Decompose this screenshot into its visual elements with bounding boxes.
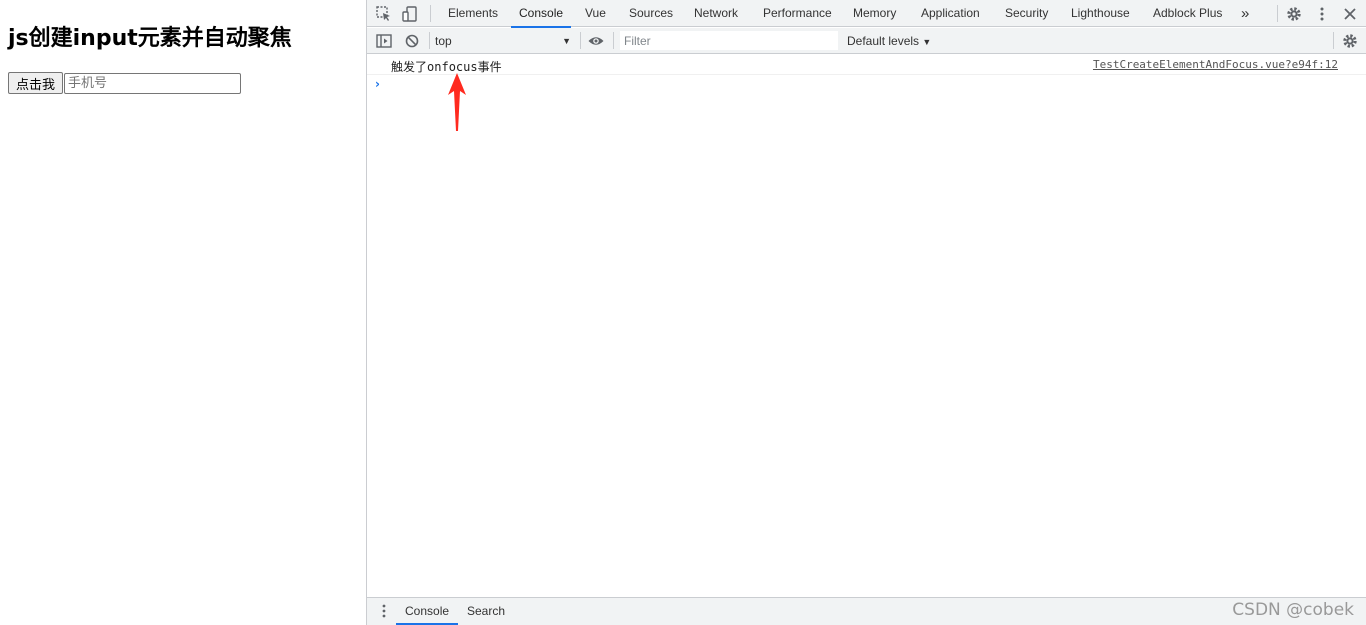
toolbar-divider: [580, 32, 581, 49]
toolbar-divider: [430, 5, 431, 22]
drawer-tab-search[interactable]: Search: [467, 598, 505, 625]
console-output[interactable]: 触发了onfocus事件 TestCreateElementAndFocus.v…: [367, 55, 1366, 597]
red-annotation-arrow-icon: [448, 73, 466, 131]
message-source-link[interactable]: TestCreateElementAndFocus.vue?e94f:12: [1093, 58, 1338, 71]
devtools-tabbar: Elements Console Vue Sources Network Per…: [367, 0, 1366, 28]
message-code: onfocus: [427, 60, 478, 74]
toolbar-divider: [1277, 5, 1278, 22]
tab-lighthouse[interactable]: Lighthouse: [1071, 0, 1130, 27]
clear-console-icon[interactable]: [403, 32, 421, 50]
drawer-tab-console[interactable]: Console: [395, 598, 459, 625]
tab-network[interactable]: Network: [694, 0, 738, 27]
log-levels-dropdown[interactable]: Default levels ▼: [847, 32, 931, 51]
message-suffix: 事件: [477, 60, 502, 74]
tab-performance[interactable]: Performance: [763, 0, 832, 27]
tab-vue[interactable]: Vue: [585, 0, 606, 27]
devtools-panel: Elements Console Vue Sources Network Per…: [366, 0, 1366, 625]
csdn-watermark: CSDN @cobek: [1232, 600, 1354, 620]
console-toolbar: top ▼ Default levels ▼: [367, 28, 1366, 54]
log-levels-label: Default levels: [847, 34, 920, 48]
toolbar-divider: [1333, 32, 1334, 49]
tab-application[interactable]: Application: [921, 0, 980, 27]
close-icon[interactable]: [1341, 5, 1359, 23]
inspect-element-icon[interactable]: [375, 5, 393, 23]
toolbar-divider: [613, 32, 614, 49]
device-toolbar-icon[interactable]: [401, 5, 419, 23]
console-message-row: 触发了onfocus事件 TestCreateElementAndFocus.v…: [367, 55, 1366, 75]
screen: js创建input元素并自动聚焦 点击我 Elements Console Vu…: [0, 0, 1366, 625]
phone-input[interactable]: [64, 73, 241, 94]
context-selector-value: top: [435, 34, 452, 48]
web-page: js创建input元素并自动聚焦 点击我: [0, 0, 366, 625]
toolbar-divider: [429, 32, 430, 49]
more-options-icon[interactable]: [1313, 5, 1331, 23]
filter-input[interactable]: [620, 31, 838, 50]
tab-adblock-plus[interactable]: Adblock Plus: [1153, 0, 1222, 27]
drawer-tabbar: Console Search: [367, 597, 1366, 625]
chevron-down-icon: ▼: [562, 36, 571, 46]
eye-icon[interactable]: [587, 32, 605, 50]
console-prompt-chevron-icon[interactable]: ›: [375, 77, 380, 91]
tab-memory[interactable]: Memory: [853, 0, 896, 27]
show-sidebar-icon[interactable]: [375, 32, 393, 50]
click-me-button[interactable]: 点击我: [8, 72, 64, 94]
more-tabs-button[interactable]: »: [1241, 0, 1249, 27]
chevron-down-icon: ▼: [922, 37, 932, 47]
context-selector[interactable]: top ▼: [435, 32, 571, 50]
page-title: js创建input元素并自动聚焦: [8, 26, 292, 51]
tab-sources[interactable]: Sources: [629, 0, 673, 27]
tab-security[interactable]: Security: [1005, 0, 1048, 27]
tab-console[interactable]: Console: [510, 0, 572, 28]
drawer-menu-icon[interactable]: [375, 602, 393, 620]
settings-gear-icon[interactable]: [1285, 5, 1303, 23]
tab-elements[interactable]: Elements: [448, 0, 498, 27]
console-settings-gear-icon[interactable]: [1341, 32, 1359, 50]
message-prefix: 触发了: [391, 60, 428, 74]
